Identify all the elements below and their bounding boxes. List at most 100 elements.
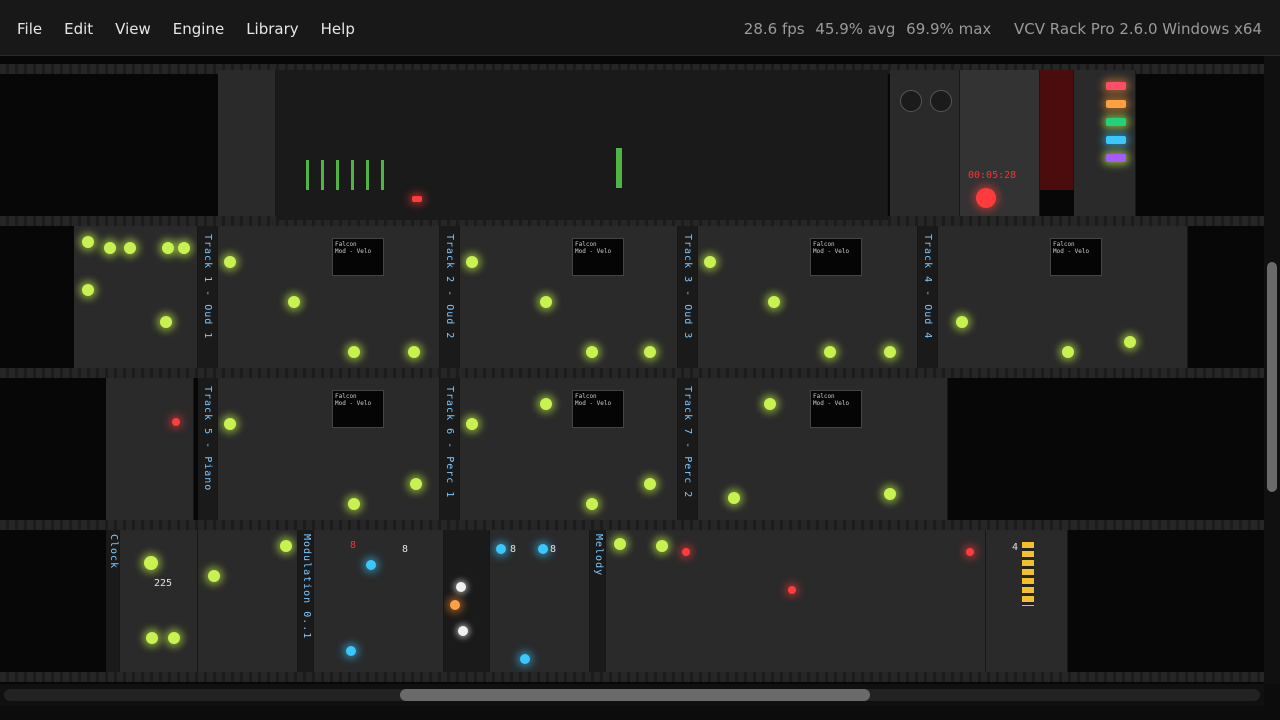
led (162, 242, 174, 254)
menu-edit[interactable]: Edit (53, 14, 104, 44)
knob[interactable] (930, 90, 952, 112)
label-module: Track 2 - Oud 2 (440, 226, 460, 368)
led (884, 346, 896, 358)
label-module: Track 4 - Oud 4 (918, 226, 938, 368)
led (966, 548, 974, 556)
module-panel[interactable] (1040, 70, 1074, 190)
label-module: Track 6 - Perc 1 (440, 378, 460, 520)
led (538, 544, 548, 554)
falcon-mode: Mod - Velo (813, 248, 850, 255)
led (586, 498, 598, 510)
label-module: Modulation 0..1 (298, 530, 314, 672)
track-label: Track 2 - Oud 2 (444, 234, 455, 340)
falcon-title: Falcon (335, 393, 357, 400)
sequencer-module[interactable]: 8 8 (490, 530, 590, 672)
track-label: Track 6 - Perc 1 (444, 386, 455, 499)
menu-file[interactable]: File (6, 14, 53, 44)
horizontal-scrollbar-thumb[interactable] (400, 689, 870, 701)
big-red-button[interactable] (976, 188, 996, 208)
label-module: Track 5 - Piano (198, 378, 218, 520)
led (704, 256, 716, 268)
rack-rail (0, 368, 1264, 378)
led (410, 478, 422, 490)
menu-engine[interactable]: Engine (162, 14, 235, 44)
led (956, 316, 968, 328)
clock-display-module[interactable]: 00:05:28 (960, 70, 1040, 216)
falcon-title: Falcon (813, 393, 835, 400)
color-button[interactable] (1106, 118, 1126, 126)
counter-module[interactable]: 4 (986, 530, 1068, 672)
track-voice-module[interactable]: Falcon Mod - Velo (698, 378, 948, 520)
clock-module[interactable]: 225 (120, 530, 198, 672)
mixer-module[interactable] (276, 70, 888, 220)
led (656, 540, 668, 552)
led (824, 346, 836, 358)
module-panel[interactable] (444, 530, 490, 672)
led (540, 398, 552, 410)
vertical-scrollbar[interactable] (1264, 56, 1280, 684)
menu-library[interactable]: Library (235, 14, 309, 44)
track-label: Track 4 - Oud 4 (922, 234, 933, 340)
label-module: Track 3 - Oud 3 (678, 226, 698, 368)
falcon-mode: Mod - Velo (575, 248, 612, 255)
modulation-module[interactable]: 8 8 (314, 530, 444, 672)
falcon-screen: Falcon Mod - Velo (332, 390, 384, 428)
led (788, 586, 796, 594)
module-panel[interactable] (1074, 70, 1136, 216)
label-module: Melody (590, 530, 606, 672)
menu-bar: File Edit View Engine Library Help 28.6 … (0, 0, 1280, 56)
module-panel[interactable] (890, 70, 960, 216)
melody-module[interactable] (606, 530, 986, 672)
sequencer-module[interactable] (106, 378, 194, 520)
color-button[interactable] (1106, 82, 1126, 90)
knob[interactable] (900, 90, 922, 112)
label-module: Track 1 - Oud 1 (198, 226, 218, 368)
master-vu-meter (616, 148, 622, 188)
track-voice-module[interactable]: Falcon Mod - Velo (938, 226, 1188, 368)
led (288, 296, 300, 308)
falcon-screen: Falcon Mod - Velo (332, 238, 384, 276)
bpm-display: 225 (154, 578, 173, 589)
led (458, 626, 468, 636)
rack-rail (0, 672, 1264, 682)
track-voice-module[interactable]: Falcon Mod - Velo (460, 378, 678, 520)
led (728, 492, 740, 504)
step-display: 8 (510, 544, 517, 555)
level-meter (1022, 542, 1034, 606)
falcon-title: Falcon (335, 241, 357, 248)
app-version: VCV Rack Pro 2.6.0 Windows x64 (1014, 20, 1262, 38)
rack-canvas[interactable]: 00:05:28 Track 1 - Oud 1 Falcon Mod - Vel… (0, 56, 1264, 684)
horizontal-scrollbar[interactable] (0, 684, 1264, 706)
falcon-title: Falcon (1053, 241, 1075, 248)
led (450, 600, 460, 610)
led (124, 242, 136, 254)
sequencer-module[interactable] (74, 226, 198, 368)
color-button[interactable] (1106, 100, 1126, 108)
rack-rail (0, 520, 1264, 530)
led (280, 540, 292, 552)
vertical-scrollbar-thumb[interactable] (1267, 262, 1277, 492)
track-voice-module[interactable]: Falcon Mod - Velo (218, 226, 440, 368)
color-button[interactable] (1106, 154, 1126, 162)
module-panel[interactable] (218, 70, 276, 216)
led (614, 538, 626, 550)
module-panel[interactable] (198, 530, 298, 672)
menu-view[interactable]: View (104, 14, 162, 44)
led (104, 242, 116, 254)
led (172, 418, 180, 426)
track-voice-module[interactable]: Falcon Mod - Velo (218, 378, 440, 520)
track-voice-module[interactable]: Falcon Mod - Velo (460, 226, 678, 368)
led (146, 632, 158, 644)
step-display: 8 (402, 544, 409, 555)
led (682, 548, 690, 556)
cpu-max-readout: 69.9% max (906, 20, 992, 38)
menu-help[interactable]: Help (310, 14, 366, 44)
clock-led (144, 556, 158, 570)
led (160, 316, 172, 328)
led (466, 256, 478, 268)
led (644, 346, 656, 358)
color-button[interactable] (1106, 136, 1126, 144)
track-voice-module[interactable]: Falcon Mod - Velo (698, 226, 918, 368)
counter-display: 4 (1012, 542, 1019, 553)
falcon-title: Falcon (813, 241, 835, 248)
